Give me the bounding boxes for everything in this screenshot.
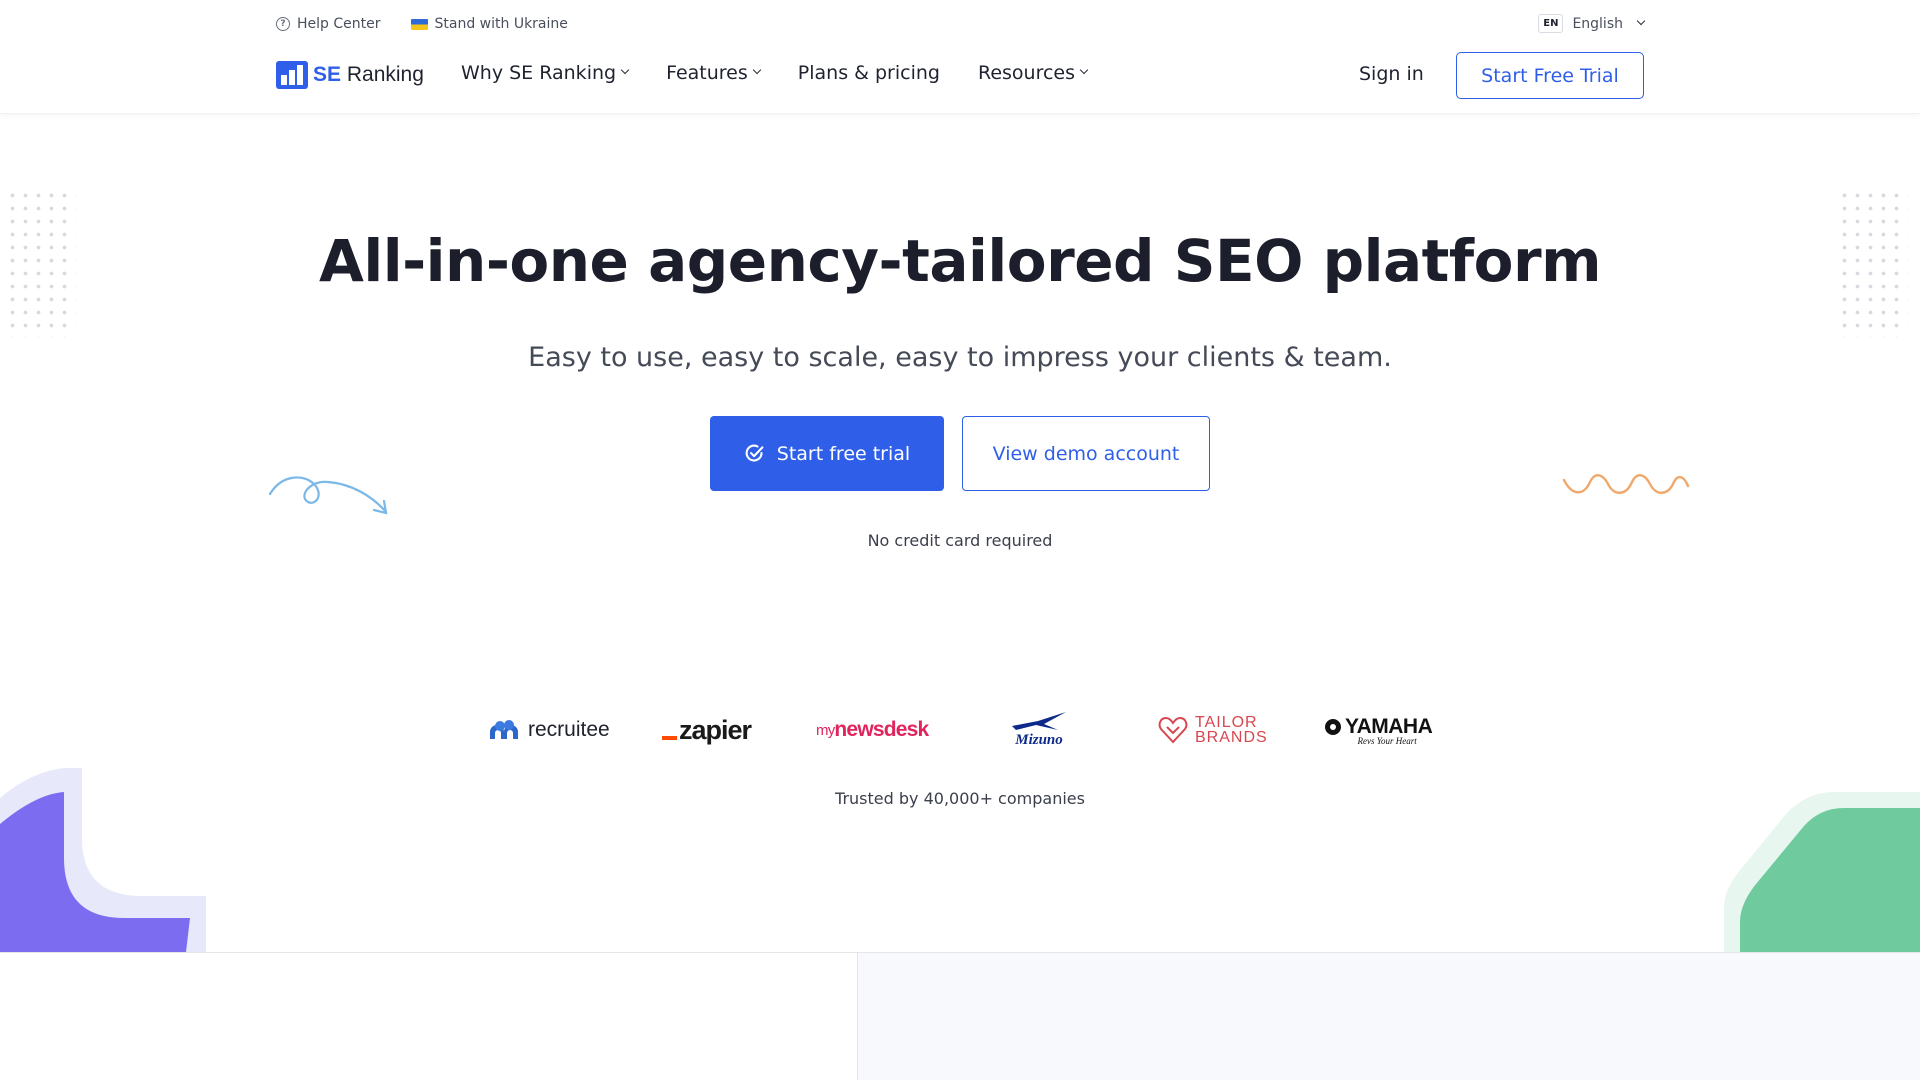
site-header: ? Help Center Stand with Ukraine EN Engl… xyxy=(0,0,1920,114)
tailor-heart-icon xyxy=(1158,716,1188,744)
nav-features-label: Features xyxy=(666,62,748,84)
zapier-logo: zapier xyxy=(662,706,752,754)
nav-plans-pricing[interactable]: Plans & pricing xyxy=(798,62,940,84)
bar-chart-logo-icon xyxy=(276,61,308,89)
mynewsdesk-logo: my newsdesk xyxy=(816,706,929,754)
ukraine-label: Stand with Ukraine xyxy=(434,16,568,32)
zapier-text: zapier xyxy=(679,714,752,745)
view-demo-account-button[interactable]: View demo account xyxy=(962,416,1210,491)
no-credit-card-note: No credit card required xyxy=(867,531,1053,550)
logo-wordmark: SE Ranking xyxy=(313,63,424,87)
check-circle-icon xyxy=(745,444,764,462)
decorative-green-shape xyxy=(1724,792,1920,952)
language-name: English xyxy=(1572,15,1623,32)
mynewsdesk-my-text: my xyxy=(816,721,835,739)
nav-why-label: Why SE Ranking xyxy=(461,62,617,84)
main-nav: Why SE Ranking Features Plans & pricing … xyxy=(461,62,1089,84)
yamaha-tagline: Revs Your Heart xyxy=(1357,735,1417,746)
mynewsdesk-main-text: newsdesk xyxy=(834,718,929,741)
bottom-right-panel xyxy=(857,953,1920,1080)
chevron-down-icon xyxy=(1079,65,1089,75)
chevron-down-icon xyxy=(1636,16,1646,25)
recruitee-logo: recruitee xyxy=(488,706,610,754)
ukraine-flag-icon xyxy=(410,18,428,30)
start-free-trial-button[interactable]: Start free trial xyxy=(710,416,944,491)
recruitee-cloud-icon xyxy=(490,720,518,739)
hero-title: All-in-one agency-tailored SEO platform xyxy=(318,227,1602,295)
bottom-left-panel xyxy=(0,953,857,1080)
tailor-brands-words: TAILOR BRANDS xyxy=(1195,714,1268,746)
tailor-brands-logo: TAILOR BRANDS xyxy=(1158,706,1268,754)
nav-resources[interactable]: Resources xyxy=(977,62,1089,84)
trusted-by-caption: Trusted by 40,000+ companies xyxy=(835,789,1085,808)
header-start-trial-button[interactable]: Start Free Trial xyxy=(1456,52,1644,99)
logo-ranking-text: Ranking xyxy=(346,63,424,86)
sign-in-link[interactable]: Sign in xyxy=(1359,63,1424,85)
chevron-down-icon xyxy=(620,65,630,75)
chevron-down-icon xyxy=(752,65,762,75)
decorative-arrow-squiggle xyxy=(268,476,388,515)
mizuno-text: Mizuno xyxy=(1015,731,1063,748)
se-ranking-logo[interactable]: SE Ranking xyxy=(276,61,424,89)
nav-features[interactable]: Features xyxy=(666,62,762,84)
nav-resources-label: Resources xyxy=(977,62,1076,84)
yamaha-tuning-fork-icon xyxy=(1325,718,1341,735)
question-circle-icon: ? xyxy=(276,17,290,31)
logo-se-text: SE xyxy=(313,63,342,86)
tailor-text: TAILOR xyxy=(1195,714,1258,731)
decorative-purple-shape xyxy=(0,768,206,952)
language-code-badge: EN xyxy=(1538,14,1564,33)
yamaha-logo: YAMAHA Revs Your Heart xyxy=(1324,706,1433,754)
start-free-trial-label: Start free trial xyxy=(776,442,911,465)
zapier-underscore-mark xyxy=(662,736,677,740)
nav-why-se-ranking[interactable]: Why SE Ranking xyxy=(461,62,630,84)
brands-text: BRANDS xyxy=(1195,729,1268,746)
mizuno-logo: Mizuno xyxy=(1008,706,1070,754)
mizuno-runbird-icon xyxy=(1012,711,1066,730)
utility-links: ? Help Center Stand with Ukraine xyxy=(276,16,568,32)
hero-subtitle: Easy to use, easy to scale, easy to impr… xyxy=(528,342,1392,373)
decorative-wave-squiggle xyxy=(1562,474,1690,494)
nav-plans-label: Plans & pricing xyxy=(797,62,940,84)
stand-with-ukraine-link[interactable]: Stand with Ukraine xyxy=(410,16,568,32)
help-center-label: Help Center xyxy=(297,16,381,32)
help-center-link[interactable]: ? Help Center xyxy=(276,16,381,32)
language-selector[interactable]: EN English xyxy=(1538,14,1646,33)
client-logos: recruitee zapier my newsdesk Mizuno TAILO… xyxy=(0,706,1920,754)
recruitee-text: recruitee xyxy=(528,718,610,741)
